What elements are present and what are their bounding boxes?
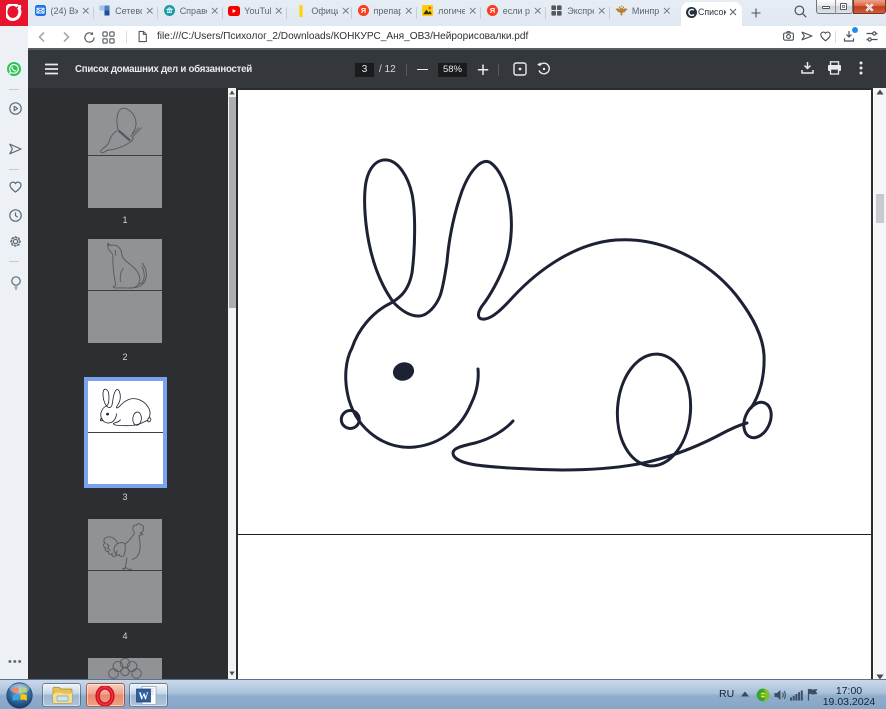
svg-text:Я: Я — [360, 6, 365, 15]
svg-text:W: W — [139, 691, 149, 702]
svg-text:Я: Я — [489, 6, 494, 15]
